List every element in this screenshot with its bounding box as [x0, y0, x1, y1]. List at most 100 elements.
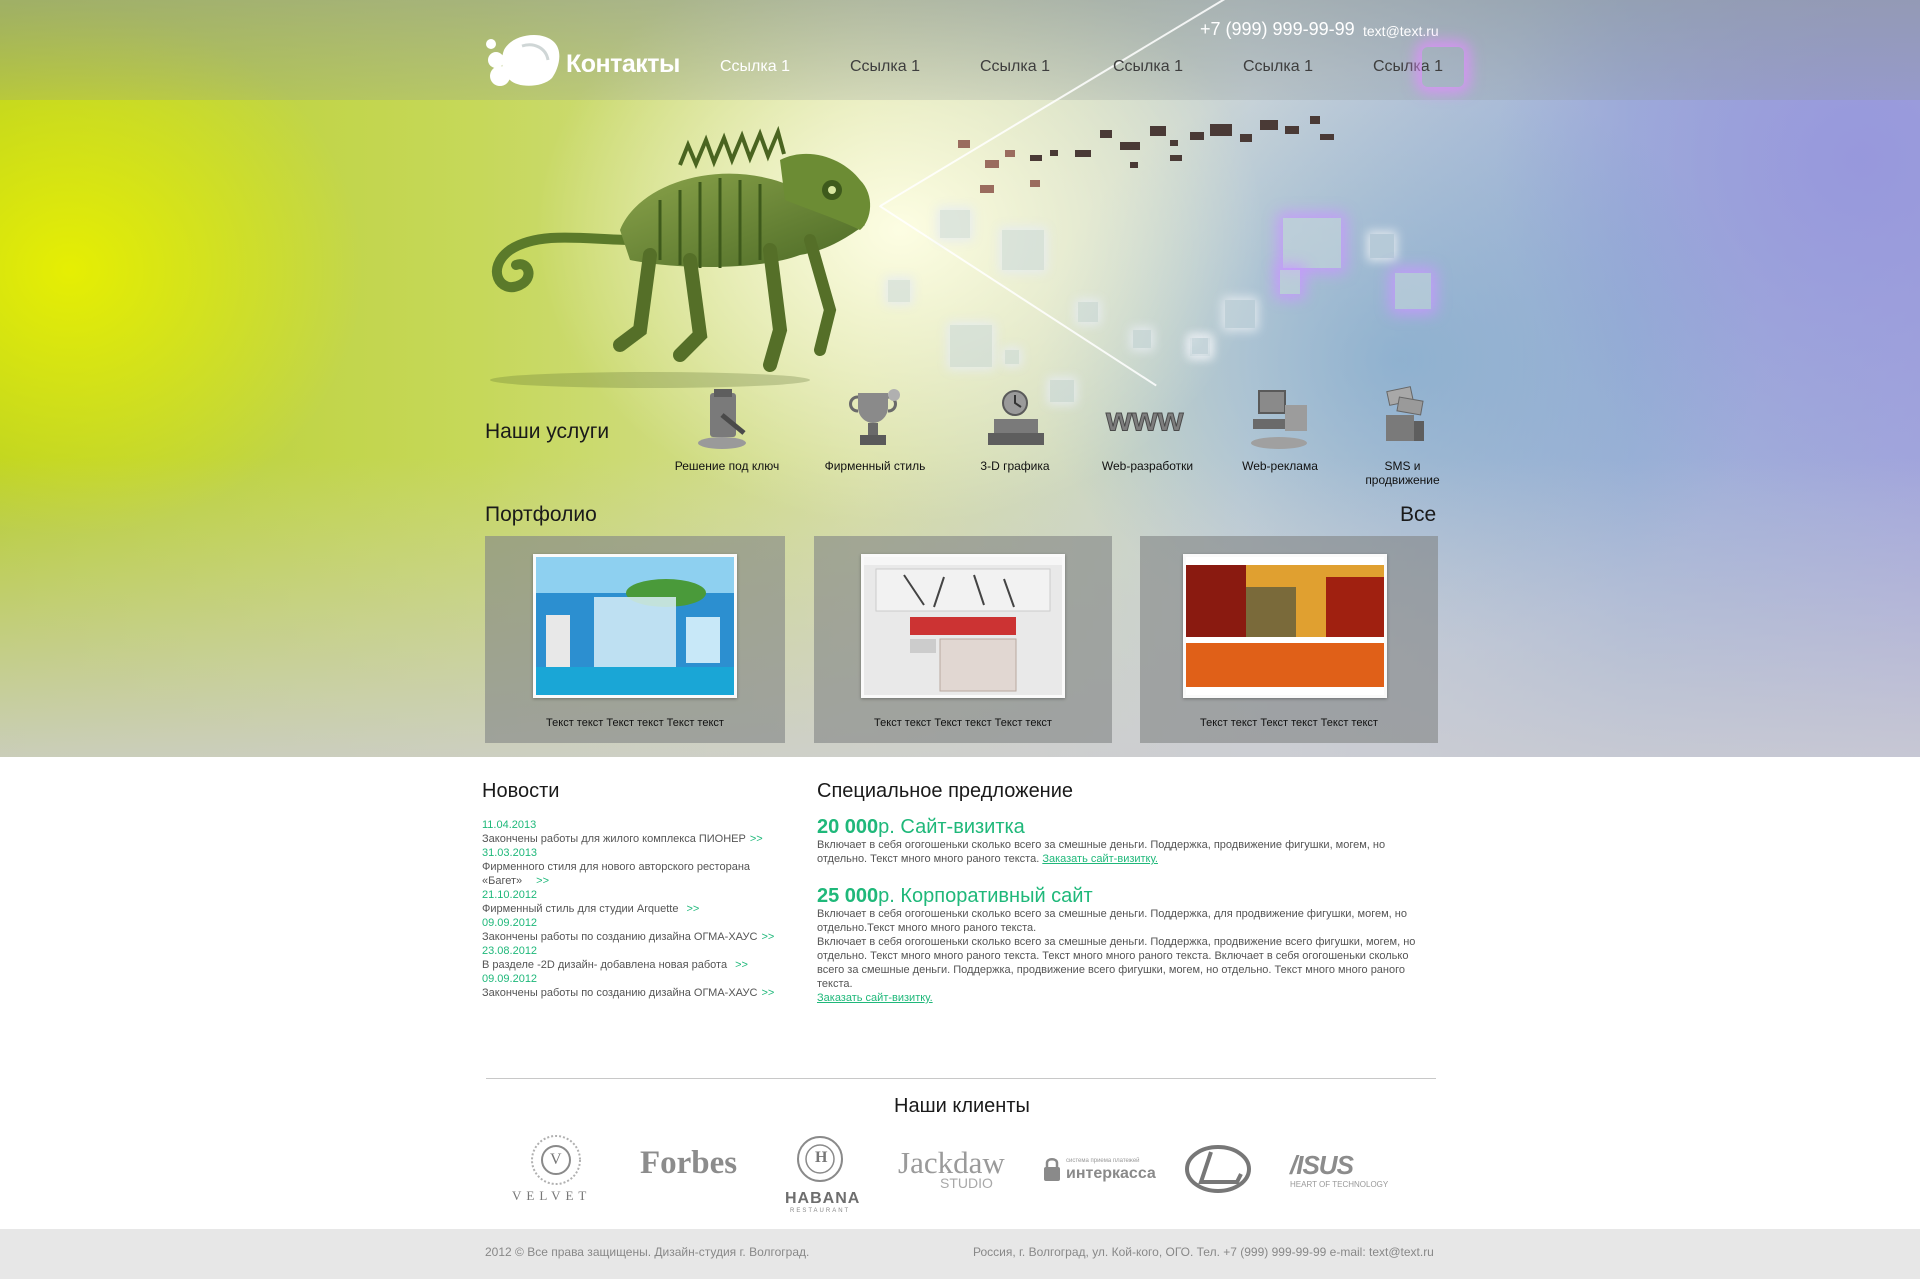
news-more-link[interactable]: >> [750, 833, 763, 845]
footer-contacts: Россия, г. Волгоград, ул. Кой-кого, ОГО.… [973, 1245, 1434, 1259]
client-logo-lexus[interactable] [1183, 1144, 1253, 1194]
asus-tagline: HEART OF TECHNOLOGY [1290, 1180, 1389, 1189]
news-more-link[interactable]: >> [761, 931, 774, 943]
news-item: 09.09.2012 Закончены работы по созданию … [482, 916, 792, 944]
news-text[interactable]: Закончены работы по созданию дизайна ОГМ… [482, 986, 792, 1000]
robot-chameleon-illustration [490, 125, 871, 388]
lexus-emblem-icon [1185, 1145, 1251, 1193]
offer-item: 20 000р. Сайт-визитка Включает в себя ог… [817, 816, 1437, 866]
news-more-link[interactable]: >> [761, 987, 774, 999]
client-logo-habana[interactable]: H HABANA RESTAURANT [780, 1135, 860, 1215]
news-list: 11.04.2013 Закончены работы для жилого к… [482, 818, 792, 1000]
news-text[interactable]: Фирменный стиль для студии Arquette >> [482, 902, 792, 916]
portfolio-caption: Текст текст Текст текст Текст текст [546, 717, 724, 729]
asus-wordmark: /ISUS [1290, 1150, 1354, 1180]
client-logo-jackdaw[interactable]: Jackdaw STUDIO [898, 1145, 1008, 1195]
client-logo-velvet[interactable]: V VELVET [508, 1130, 608, 1203]
forbes-wordmark: Forbes [640, 1145, 738, 1181]
portfolio-thumbnail [861, 554, 1065, 698]
trophy-cup-icon [849, 389, 900, 445]
portfolio-title: Портфолио [485, 503, 597, 526]
news-text-label: Закончены работы по созданию дизайна ОГМ… [482, 931, 758, 943]
header-email[interactable]: text@text.ru [1363, 23, 1439, 39]
service-label: 3-D графика [980, 459, 1050, 473]
service-label: Решение под ключ [674, 459, 780, 473]
service-item-web-ads[interactable]: Web-реклама [1230, 385, 1330, 473]
services-title: Наши услуги [485, 420, 610, 443]
news-date: 11.04.2013 [482, 819, 537, 831]
client-logo-interkassa[interactable]: система приема платежей интеркасса [1040, 1155, 1156, 1185]
portfolio-caption: Текст текст Текст текст Текст текст [874, 717, 1052, 729]
service-label: SMS и продвижение [1365, 459, 1440, 487]
header-phone: +7 (999) 999-99-99 [1200, 19, 1355, 39]
envelopes-icon [1385, 386, 1424, 441]
service-label: Фирменный стиль [824, 459, 926, 473]
logo-icon[interactable] [482, 30, 562, 88]
news-text[interactable]: Закончены работы по созданию дизайна ОГМ… [482, 930, 792, 944]
news-item: 11.04.2013 Закончены работы для жилого к… [482, 818, 792, 846]
offer-title: Специальное предложение [817, 780, 1074, 802]
alarm-clock-icon [988, 390, 1044, 445]
news-item: 21.10.2012 Фирменный стиль для студии Ar… [482, 888, 792, 916]
client-logo-asus[interactable]: /ISUS HEART OF TECHNOLOGY [1290, 1150, 1400, 1190]
service-item-turnkey[interactable]: Решение под ключ [672, 385, 782, 473]
news-text-label: Фирменного стиля для нового авторского р… [482, 861, 751, 887]
news-date: 09.09.2012 [482, 973, 538, 985]
velvet-wordmark: VELVET [512, 1188, 592, 1203]
nav-link-2[interactable]: Ссылка 1 [850, 58, 920, 76]
nav-link-3[interactable]: Ссылка 1 [980, 58, 1050, 76]
footer-copyright: 2012 © Все права защищены. Дизайн-студия… [485, 1245, 810, 1259]
computer-desk-icon [1251, 390, 1307, 449]
section-divider [486, 1078, 1436, 1079]
offer-price-amount: 25 000 [817, 885, 879, 907]
news-date: 21.10.2012 [482, 889, 538, 901]
news-more-link[interactable]: >> [686, 903, 699, 915]
service-item-brand-style[interactable]: Фирменный стиль [820, 385, 930, 473]
news-more-link[interactable]: >> [536, 875, 549, 887]
offer-price-amount: 20 000 [817, 816, 879, 838]
news-text[interactable]: В разделе -2D дизайн- добавлена новая ра… [482, 958, 792, 972]
news-text-label: Фирменный стиль для студии Arquette [482, 903, 679, 915]
portfolio-all-link[interactable]: Все [1400, 503, 1436, 527]
offer-order-link[interactable]: Заказать сайт-визитку. [817, 992, 933, 1004]
portfolio-card[interactable]: Текст текст Текст текст Текст текст [485, 536, 785, 743]
portfolio-card[interactable]: Текст текст Текст текст Текст текст [1140, 536, 1438, 743]
offer-order-link[interactable]: Заказать сайт-визитку. [1042, 853, 1158, 865]
offer-price-suffix: р. Корпоративный сайт [878, 885, 1093, 907]
service-item-sms[interactable]: SMS и продвижение [1355, 385, 1450, 487]
service-label: Web-реклама [1242, 459, 1318, 473]
news-more-link[interactable]: >> [735, 959, 748, 971]
nav-link-5[interactable]: Ссылка 1 [1243, 58, 1313, 76]
news-text[interactable]: Закончены работы для жилого комплекса ПИ… [482, 832, 792, 846]
service-item-3d-graphics[interactable]: 3-D графика [960, 385, 1070, 473]
news-item: 31.03.2013 Фирменного стиля для нового а… [482, 846, 792, 888]
habana-subtitle: RESTAURANT [790, 1208, 851, 1214]
offer-text-extra: Включает в себя огогошеньки сколько всег… [817, 936, 1416, 990]
nav-hover-glow [1422, 47, 1464, 87]
service-item-web-dev[interactable]: www Web-разработки [1090, 385, 1205, 473]
nav-link-4[interactable]: Ссылка 1 [1113, 58, 1183, 76]
news-date: 31.03.2013 [482, 847, 538, 859]
client-logo-forbes[interactable]: Forbes [638, 1145, 748, 1185]
header-bar [0, 0, 1920, 100]
clients-title: Наши клиенты [894, 1095, 1030, 1117]
news-text-label: Закончены работы для жилого комплекса ПИ… [482, 833, 746, 845]
news-date: 09.09.2012 [482, 917, 538, 929]
habana-wordmark: HABANA [785, 1190, 861, 1207]
portfolio-thumbnail [533, 554, 737, 698]
habana-mark: H [815, 1149, 828, 1166]
velvet-mark: V [550, 1151, 562, 1168]
lock-key-icon [698, 389, 746, 449]
interkassa-lock-icon [1044, 1158, 1060, 1181]
news-text-label: Закончены работы по созданию дизайна ОГМ… [482, 987, 758, 999]
offer-price: 25 000р. Корпоративный сайт [817, 885, 1437, 907]
offer-price: 20 000р. Сайт-визитка [817, 816, 1437, 838]
portfolio-thumbnail [1183, 554, 1387, 698]
nav-link-1[interactable]: Ссылка 1 [720, 58, 790, 76]
portfolio-caption: Текст текст Текст текст Текст текст [1200, 717, 1378, 729]
jackdaw-subtitle: STUDIO [940, 1175, 993, 1191]
portfolio-card[interactable]: Текст текст Текст текст Текст текст [814, 536, 1112, 743]
offer-price-suffix: р. Сайт-визитка [878, 816, 1025, 838]
logo-title[interactable]: Контакты [566, 50, 680, 79]
news-text[interactable]: Фирменного стиля для нового авторского р… [482, 860, 792, 888]
